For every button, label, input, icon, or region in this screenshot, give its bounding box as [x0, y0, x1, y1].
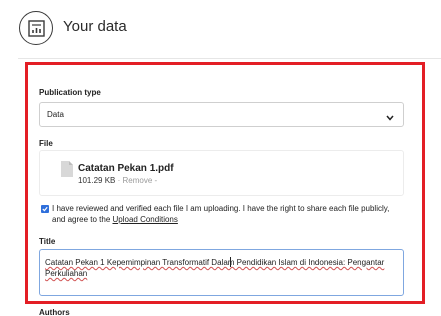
- chevron-down-icon: [385, 110, 395, 128]
- page-title: Your data: [63, 18, 127, 35]
- publication-type-label: Publication type: [39, 88, 101, 97]
- title-label: Title: [39, 237, 56, 246]
- file-size: 101.29 KB: [78, 176, 116, 185]
- app-header: Your data: [0, 0, 441, 56]
- text-cursor: [230, 257, 231, 267]
- file-item: Catatan Pekan 1.pdf 101.29 KB · Remove -: [39, 150, 404, 196]
- publication-type-value: Data: [47, 110, 64, 119]
- publication-type-select[interactable]: Data: [39, 102, 404, 127]
- file-label: File: [39, 139, 53, 148]
- report-chart-icon: [19, 11, 53, 45]
- file-meta: 101.29 KB · Remove -: [78, 176, 157, 185]
- authors-label: Authors: [39, 308, 70, 316]
- upload-conditions-link[interactable]: Upload Conditions: [113, 215, 178, 224]
- document-icon: [61, 161, 73, 182]
- agreement-checkbox[interactable]: [41, 205, 49, 213]
- title-textarea[interactable]: Catatan Pekan 1 Kepemimpinan Transformat…: [39, 249, 404, 296]
- file-name: Catatan Pekan 1.pdf: [78, 163, 174, 174]
- title-value: Catatan Pekan 1 Kepemimpinan Transformat…: [45, 258, 385, 278]
- remove-file-link[interactable]: Remove -: [122, 176, 157, 185]
- agreement-text: I have reviewed and verified each file I…: [52, 203, 398, 225]
- agreement-statement: I have reviewed and verified each file I…: [52, 204, 390, 224]
